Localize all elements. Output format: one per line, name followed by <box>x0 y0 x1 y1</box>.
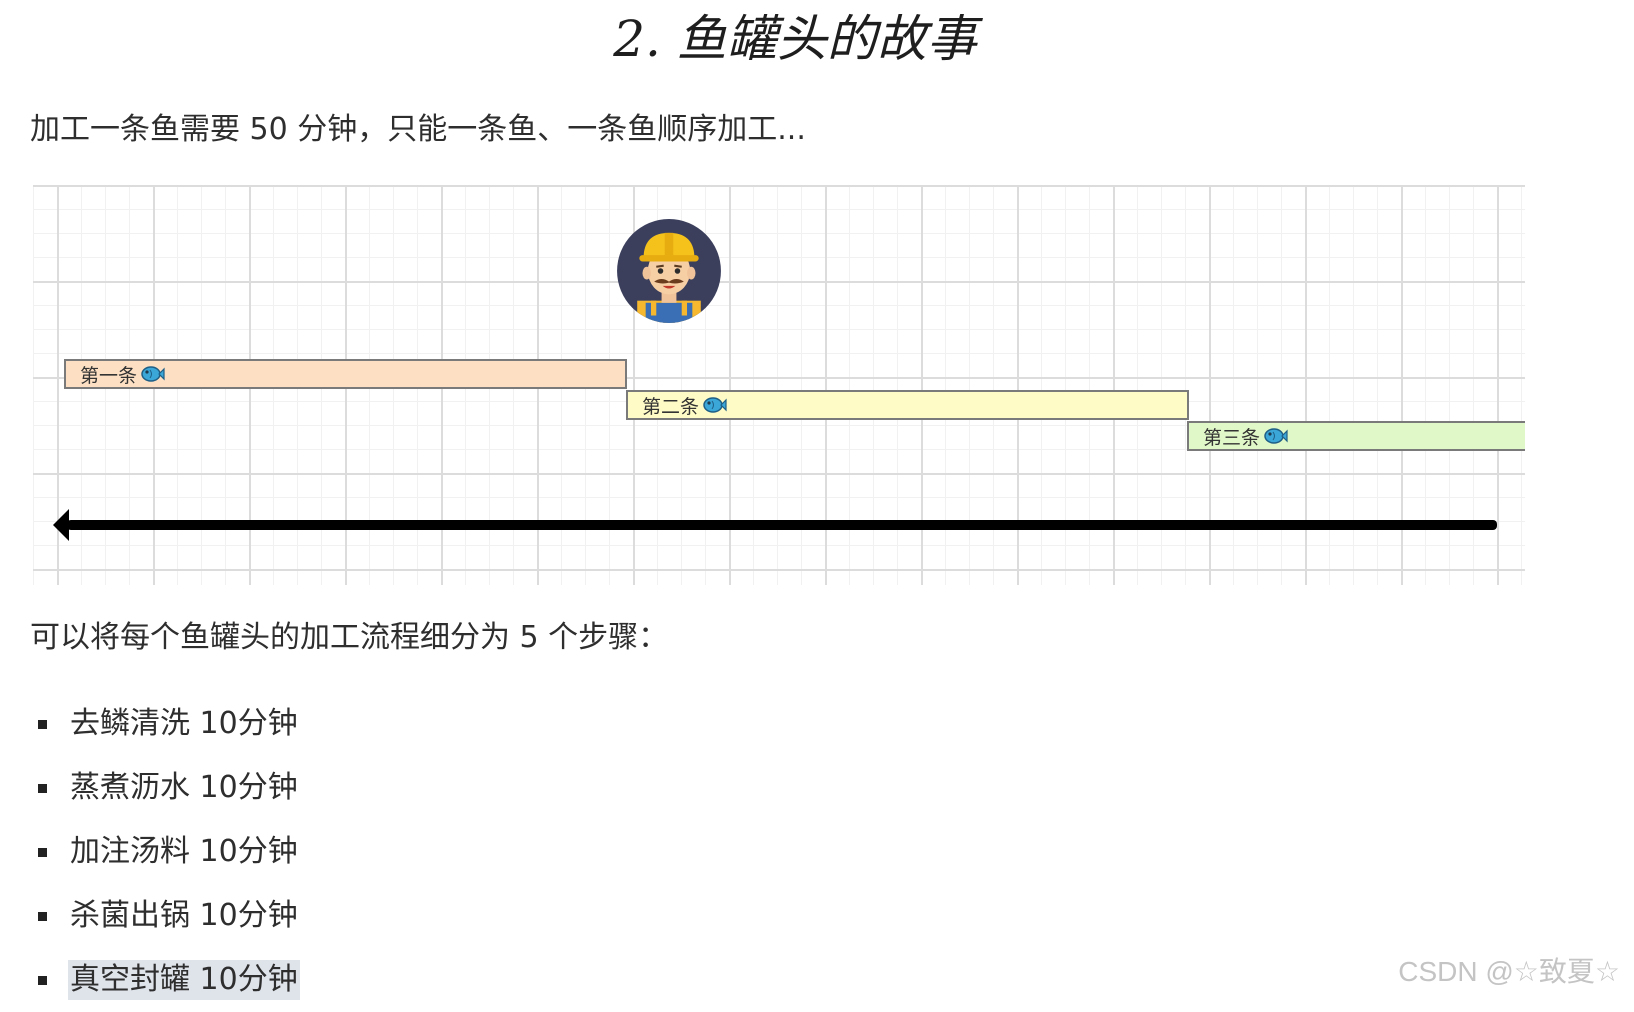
list-item: 加注汤料 10分钟 <box>38 820 300 884</box>
step-text: 蒸煮沥水 10分钟 <box>70 770 298 805</box>
fish-bar-label: 第三条 <box>1203 426 1261 449</box>
fish-bar-second: 第二条 <box>626 390 1189 420</box>
fish-icon <box>141 366 165 382</box>
step-text: 去鳞清洗 10分钟 <box>70 706 298 741</box>
watermark: CSDN @☆致夏☆ <box>1398 956 1620 987</box>
bullet-icon <box>38 719 47 729</box>
timeline-diagram: 第一条 第二条 第三条 <box>33 185 1525 585</box>
worker-avatar-icon <box>617 219 721 323</box>
left-arrow-icon <box>53 509 1497 541</box>
list-item: 真空封罐 10分钟 <box>38 948 300 1012</box>
fish-bar-first: 第一条 <box>64 359 627 389</box>
bullet-icon <box>38 911 47 921</box>
list-item: 去鳞清洗 10分钟 <box>38 692 300 756</box>
step-text: 加注汤料 10分钟 <box>70 834 298 869</box>
steps-intro-paragraph: 可以将每个鱼罐头的加工流程细分为 5 个步骤： <box>30 620 669 655</box>
fish-bar-label: 第二条 <box>642 395 700 418</box>
fish-bar-third: 第三条 <box>1187 421 1525 451</box>
section-title: 2. 鱼罐头的故事 <box>613 10 977 68</box>
intro-paragraph: 加工一条鱼需要 50 分钟，只能一条鱼、一条鱼顺序加工... <box>30 112 806 147</box>
fish-icon <box>1264 428 1288 444</box>
fish-bar-label: 第一条 <box>80 364 138 387</box>
step-text: 杀菌出锅 10分钟 <box>70 898 298 933</box>
step-text-selected[interactable]: 真空封罐 10分钟 <box>68 960 300 1000</box>
steps-list: 去鳞清洗 10分钟 蒸煮沥水 10分钟 加注汤料 10分钟 杀菌出锅 10分钟 … <box>38 692 300 1012</box>
list-item: 蒸煮沥水 10分钟 <box>38 756 300 820</box>
bullet-icon <box>38 847 47 857</box>
bullet-icon <box>38 783 47 793</box>
list-item: 杀菌出锅 10分钟 <box>38 884 300 948</box>
bullet-icon <box>38 975 47 985</box>
fish-icon <box>703 397 727 413</box>
